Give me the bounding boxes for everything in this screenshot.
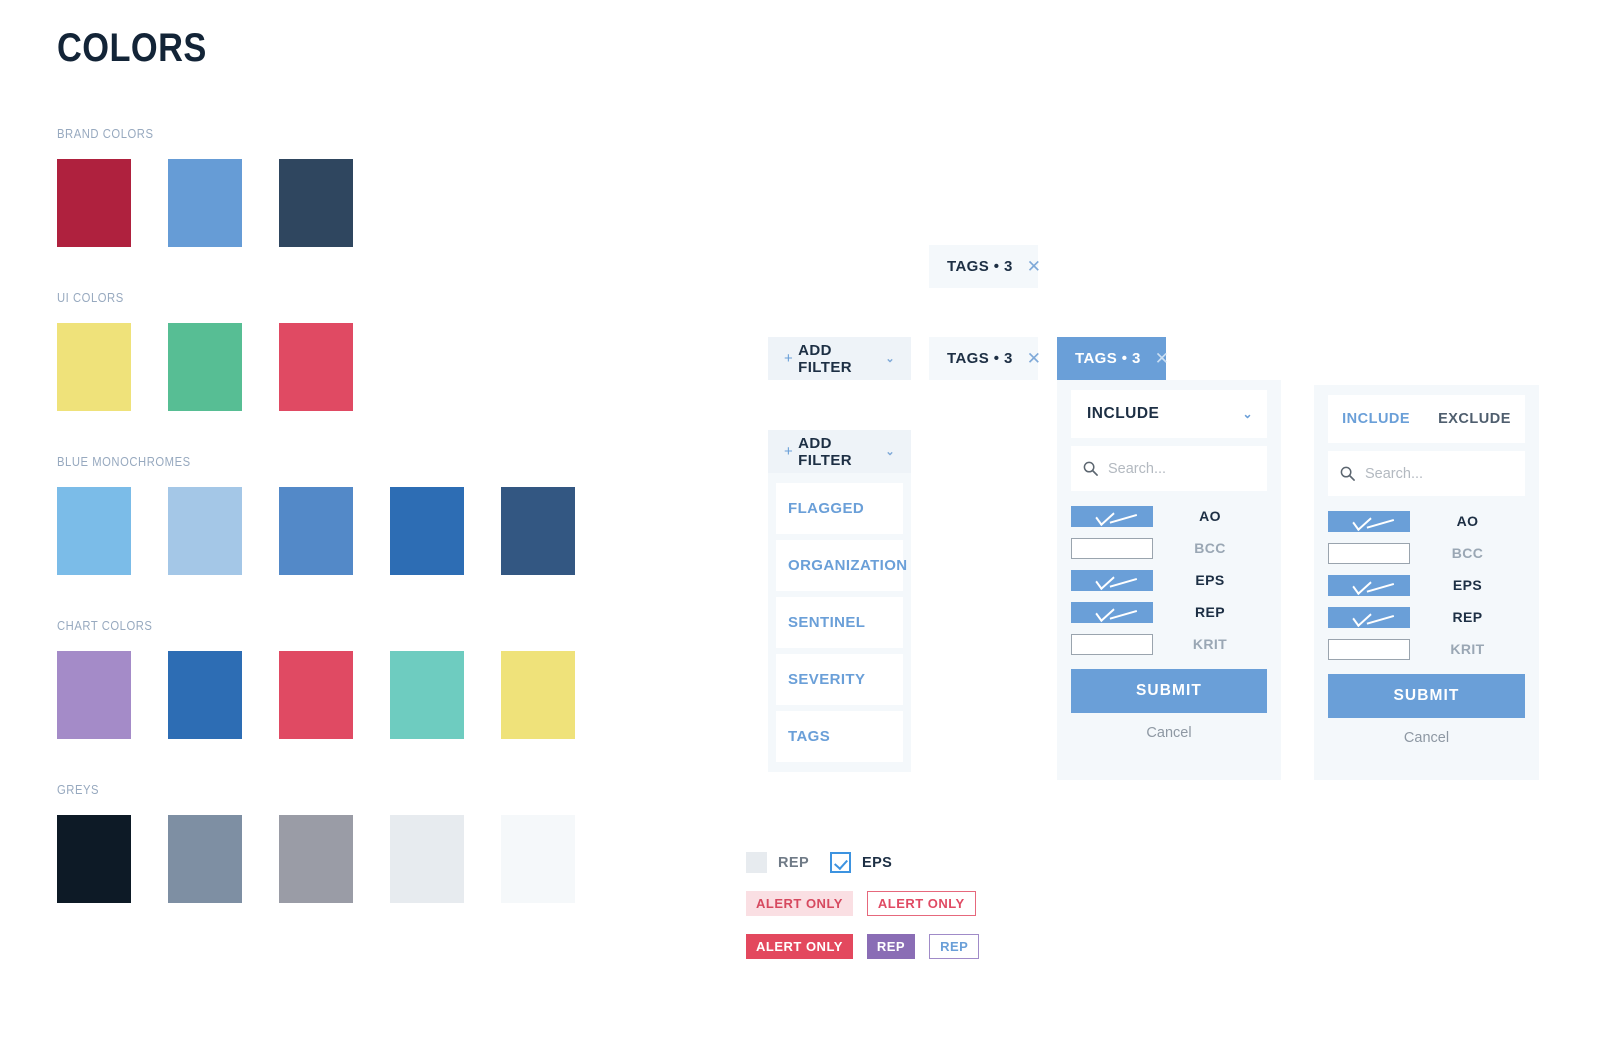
specimen-cluster: REP EPS ALERT ONLY ALERT ONLY ALERT ONLY… <box>746 852 993 977</box>
filter-popover-select: INCLUDE ⌄ Search... AO BCC EPS REP KRIT … <box>1057 380 1281 780</box>
search-field[interactable]: Search... <box>1071 446 1267 491</box>
option-label: BCC <box>1194 540 1226 556</box>
add-filter-dropdown: + ADD FILTER ⌄ FLAGGED ORGANIZATION SENT… <box>768 430 911 772</box>
add-filter-text: + ADD FILTER <box>768 435 885 469</box>
filter-chip-label: TAGS • 3 <box>947 350 1013 367</box>
option-row[interactable]: EPS <box>1071 567 1267 593</box>
checkbox-rep[interactable] <box>1328 606 1410 628</box>
option-label: KRIT <box>1192 636 1228 652</box>
option-row[interactable]: AO <box>1328 508 1525 534</box>
option-list: AO BCC EPS REP KRIT <box>1071 503 1267 657</box>
option-row[interactable]: BCC <box>1071 535 1267 561</box>
submit-button[interactable]: SUBMIT <box>1071 669 1267 713</box>
checkbox-label: REP <box>778 854 810 871</box>
menu-item-severity[interactable]: SEVERITY <box>776 654 903 705</box>
menu-item-organization[interactable]: ORGANIZATION <box>776 540 907 591</box>
search-placeholder: Search... <box>1365 465 1424 482</box>
option-label: EPS <box>1195 572 1225 588</box>
add-filter-label: ADD FILTER <box>798 434 852 469</box>
filter-popover-tabs: INCLUDE EXCLUDE Search... AO BCC EPS REP… <box>1314 385 1539 780</box>
option-label: REP <box>1195 604 1225 620</box>
chevron-down-icon: ⌄ <box>1242 407 1253 421</box>
filter-chip-label: TAGS • 3 <box>947 258 1013 275</box>
search-icon <box>1340 466 1355 481</box>
cancel-button[interactable]: Cancel <box>1071 713 1267 753</box>
close-icon[interactable]: ✕ <box>1027 349 1042 369</box>
option-label: AO <box>1456 513 1479 529</box>
plus-icon: + <box>784 350 794 367</box>
badge-rep-solid: REP <box>866 934 916 959</box>
add-filter-text: + ADD FILTER <box>768 342 885 376</box>
option-label: AO <box>1199 508 1221 524</box>
option-row[interactable]: EPS <box>1328 572 1525 598</box>
tab-include[interactable]: INCLUDE <box>1342 411 1410 427</box>
option-row[interactable]: AO <box>1071 503 1267 529</box>
menu-item-sentinel[interactable]: SENTINEL <box>776 597 903 648</box>
plus-icon: + <box>784 443 794 460</box>
checkbox-krit[interactable] <box>1328 638 1410 660</box>
checkbox-ao[interactable] <box>1328 510 1410 532</box>
add-filter-trigger[interactable]: + ADD FILTER ⌄ <box>768 430 911 473</box>
badge-rep-outline: REP <box>929 934 980 959</box>
badge-alert-only-soft: ALERT ONLY <box>746 891 853 916</box>
checkbox-checked[interactable] <box>830 852 851 873</box>
option-label: BCC <box>1451 545 1484 561</box>
checkbox-eps[interactable] <box>1328 574 1410 596</box>
chevron-down-icon: ⌄ <box>885 353 895 365</box>
checkbox-item-rep[interactable]: REP <box>746 852 830 873</box>
checkbox-krit[interactable] <box>1071 633 1153 655</box>
component-specimens-panel: TAGS • 3 ✕ + ADD FILTER ⌄ TAGS • 3 ✕ TAG… <box>0 0 1600 1043</box>
filter-chip-tags-active[interactable]: TAGS • 3 ✕ <box>1057 337 1169 380</box>
checkbox-eps[interactable] <box>1071 569 1153 591</box>
checkbox-ao[interactable] <box>1071 505 1153 527</box>
dropdown-menu: FLAGGED ORGANIZATION SENTINEL SEVERITY T… <box>768 473 911 772</box>
option-row[interactable]: REP <box>1328 604 1525 630</box>
add-filter-label: ADD FILTER <box>798 341 852 376</box>
tab-exclude[interactable]: EXCLUDE <box>1438 411 1511 427</box>
checkbox-bcc[interactable] <box>1328 542 1410 564</box>
checkbox-unchecked[interactable] <box>746 852 767 873</box>
option-row[interactable]: KRIT <box>1071 631 1267 657</box>
checkbox-specimen-row: REP EPS <box>746 852 993 873</box>
option-label: REP <box>1452 609 1483 625</box>
option-row[interactable]: REP <box>1071 599 1267 625</box>
option-label: EPS <box>1452 577 1483 593</box>
submit-button[interactable]: SUBMIT <box>1328 674 1525 718</box>
checkbox-label: EPS <box>862 854 893 871</box>
chevron-down-icon: ⌄ <box>885 446 895 458</box>
include-exclude-tabs: INCLUDE EXCLUDE <box>1328 395 1525 443</box>
filter-chip-label: TAGS • 3 <box>1075 350 1141 367</box>
cancel-button[interactable]: Cancel <box>1328 718 1525 758</box>
menu-item-flagged[interactable]: FLAGGED <box>776 483 903 534</box>
select-value: INCLUDE <box>1087 405 1160 422</box>
checkbox-item-eps[interactable]: EPS <box>830 852 914 873</box>
search-icon <box>1083 461 1098 476</box>
badge-specimen-row-2: ALERT ONLY REP REP <box>746 934 993 959</box>
badge-alert-only-solid: ALERT ONLY <box>746 934 853 959</box>
badge-alert-only-outline: ALERT ONLY <box>866 891 976 916</box>
checkbox-rep[interactable] <box>1071 601 1153 623</box>
close-icon[interactable]: ✕ <box>1155 349 1170 369</box>
filter-chip-tags[interactable]: TAGS • 3 ✕ <box>929 245 1041 288</box>
option-label: KRIT <box>1450 641 1485 657</box>
search-field[interactable]: Search... <box>1328 451 1525 496</box>
include-exclude-select[interactable]: INCLUDE ⌄ <box>1071 390 1267 438</box>
option-row[interactable]: BCC <box>1328 540 1525 566</box>
option-list: AO BCC EPS REP KRIT <box>1328 508 1525 662</box>
option-row[interactable]: KRIT <box>1328 636 1525 662</box>
menu-item-tags[interactable]: TAGS <box>776 711 903 762</box>
search-placeholder: Search... <box>1108 460 1167 477</box>
filter-chip-tags[interactable]: TAGS • 3 ✕ <box>929 337 1041 380</box>
badge-specimen-row-1: ALERT ONLY ALERT ONLY <box>746 891 993 916</box>
close-icon[interactable]: ✕ <box>1027 257 1042 277</box>
checkbox-bcc[interactable] <box>1071 537 1153 559</box>
add-filter-button[interactable]: + ADD FILTER ⌄ <box>768 337 911 380</box>
